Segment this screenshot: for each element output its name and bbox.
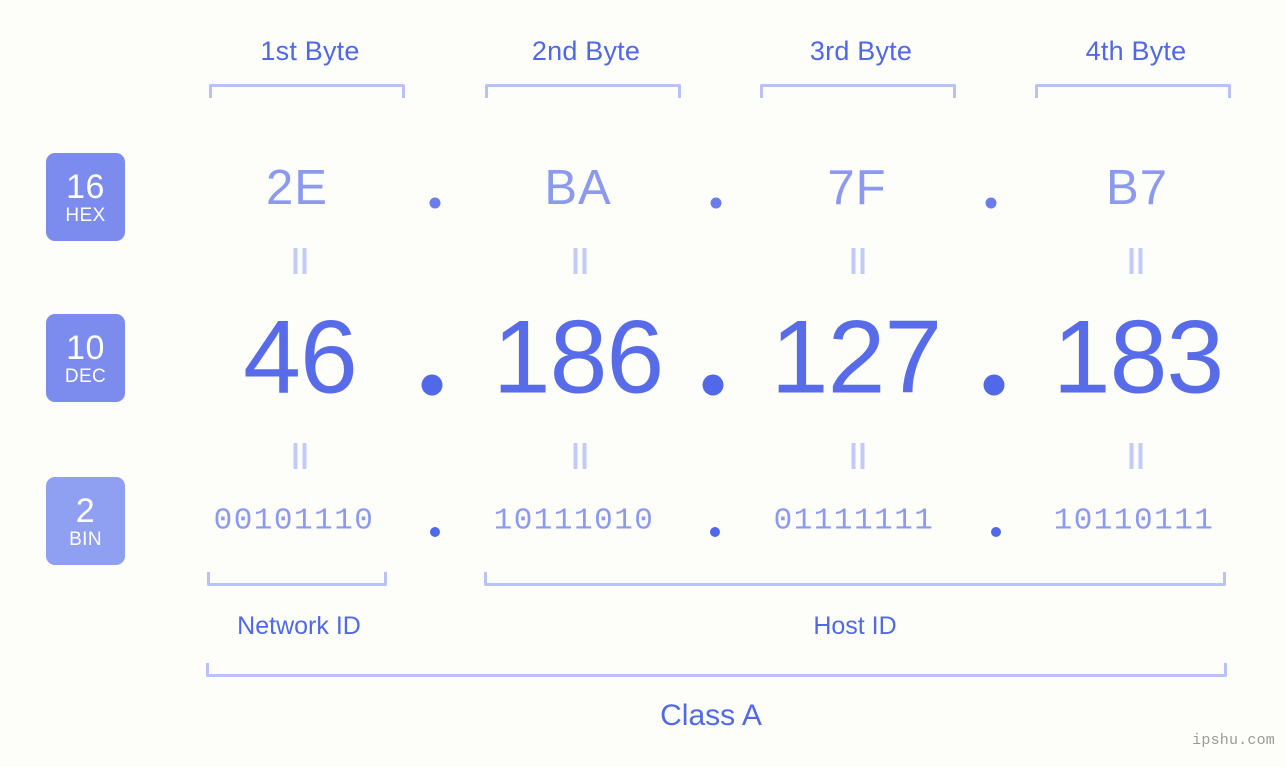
ip-breakdown-diagram: 1st Byte 2nd Byte 3rd Byte 4th Byte 16 H…	[0, 0, 1285, 767]
dec-separator-dot-1	[421, 374, 443, 396]
equality-mark-hex-dec-2	[573, 248, 587, 274]
bin-byte-value-1: 00101110	[213, 503, 375, 539]
hex-byte-value-1: 2E	[266, 161, 328, 215]
equality-mark-dec-bin-4	[1129, 443, 1143, 469]
equality-mark-dec-bin-1	[293, 443, 307, 469]
bin-byte-value-4: 10110111	[1053, 503, 1215, 539]
bin-separator-dot-2	[710, 527, 720, 537]
hex-separator-dot-1	[429, 197, 441, 209]
byte-header-label-4: 4th Byte	[1085, 36, 1187, 66]
dec-byte-value-2: 186	[492, 299, 665, 416]
dec-separator-dot-2	[702, 374, 724, 396]
hex-separator-dot-2	[710, 197, 722, 209]
base-badge-dec: 10 DEC	[46, 314, 125, 402]
byte-bracket-2	[485, 84, 681, 98]
equality-mark-dec-bin-2	[573, 443, 587, 469]
byte-bracket-3	[760, 84, 956, 98]
base-badge-bin-number: 2	[75, 491, 96, 530]
byte-header-label-2: 2nd Byte	[531, 36, 641, 66]
equality-mark-hex-dec-4	[1129, 248, 1143, 274]
hex-separator-dot-3	[985, 197, 997, 209]
base-badge-hex-number: 16	[66, 167, 105, 206]
bin-byte-value-3: 01111111	[773, 503, 935, 539]
base-badge-dec-name: DEC	[64, 365, 107, 387]
bin-separator-dot-3	[991, 527, 1001, 537]
base-badge-dec-number: 10	[66, 328, 105, 367]
network-id-label: Network ID	[237, 612, 361, 640]
site-watermark: ipshu.com	[1192, 732, 1275, 749]
dec-separator-dot-3	[983, 374, 1005, 396]
byte-header-label-3: 3rd Byte	[809, 36, 913, 66]
byte-bracket-1	[209, 84, 405, 98]
bin-byte-value-2: 10111010	[493, 503, 655, 539]
hex-byte-value-4: B7	[1106, 161, 1168, 215]
host-id-label: Host ID	[813, 612, 897, 640]
equality-mark-hex-dec-1	[293, 248, 307, 274]
host-id-bracket	[484, 572, 1226, 586]
base-badge-bin-name: BIN	[69, 528, 102, 550]
network-id-bracket	[207, 572, 387, 586]
equality-mark-hex-dec-3	[851, 248, 865, 274]
class-bracket	[206, 663, 1227, 677]
equality-mark-dec-bin-3	[851, 443, 865, 469]
dec-byte-value-1: 46	[243, 299, 358, 416]
byte-bracket-4	[1035, 84, 1231, 98]
hex-byte-value-2: BA	[544, 161, 612, 215]
byte-header-label-1: 1st Byte	[260, 36, 360, 66]
dec-byte-value-4: 183	[1052, 299, 1225, 416]
base-badge-hex: 16 HEX	[46, 153, 125, 241]
base-badge-bin: 2 BIN	[46, 477, 125, 565]
bin-separator-dot-1	[430, 527, 440, 537]
dec-byte-value-3: 127	[770, 299, 943, 416]
hex-byte-value-3: 7F	[827, 161, 887, 215]
base-badge-hex-name: HEX	[65, 204, 106, 226]
class-label: Class A	[660, 699, 762, 732]
